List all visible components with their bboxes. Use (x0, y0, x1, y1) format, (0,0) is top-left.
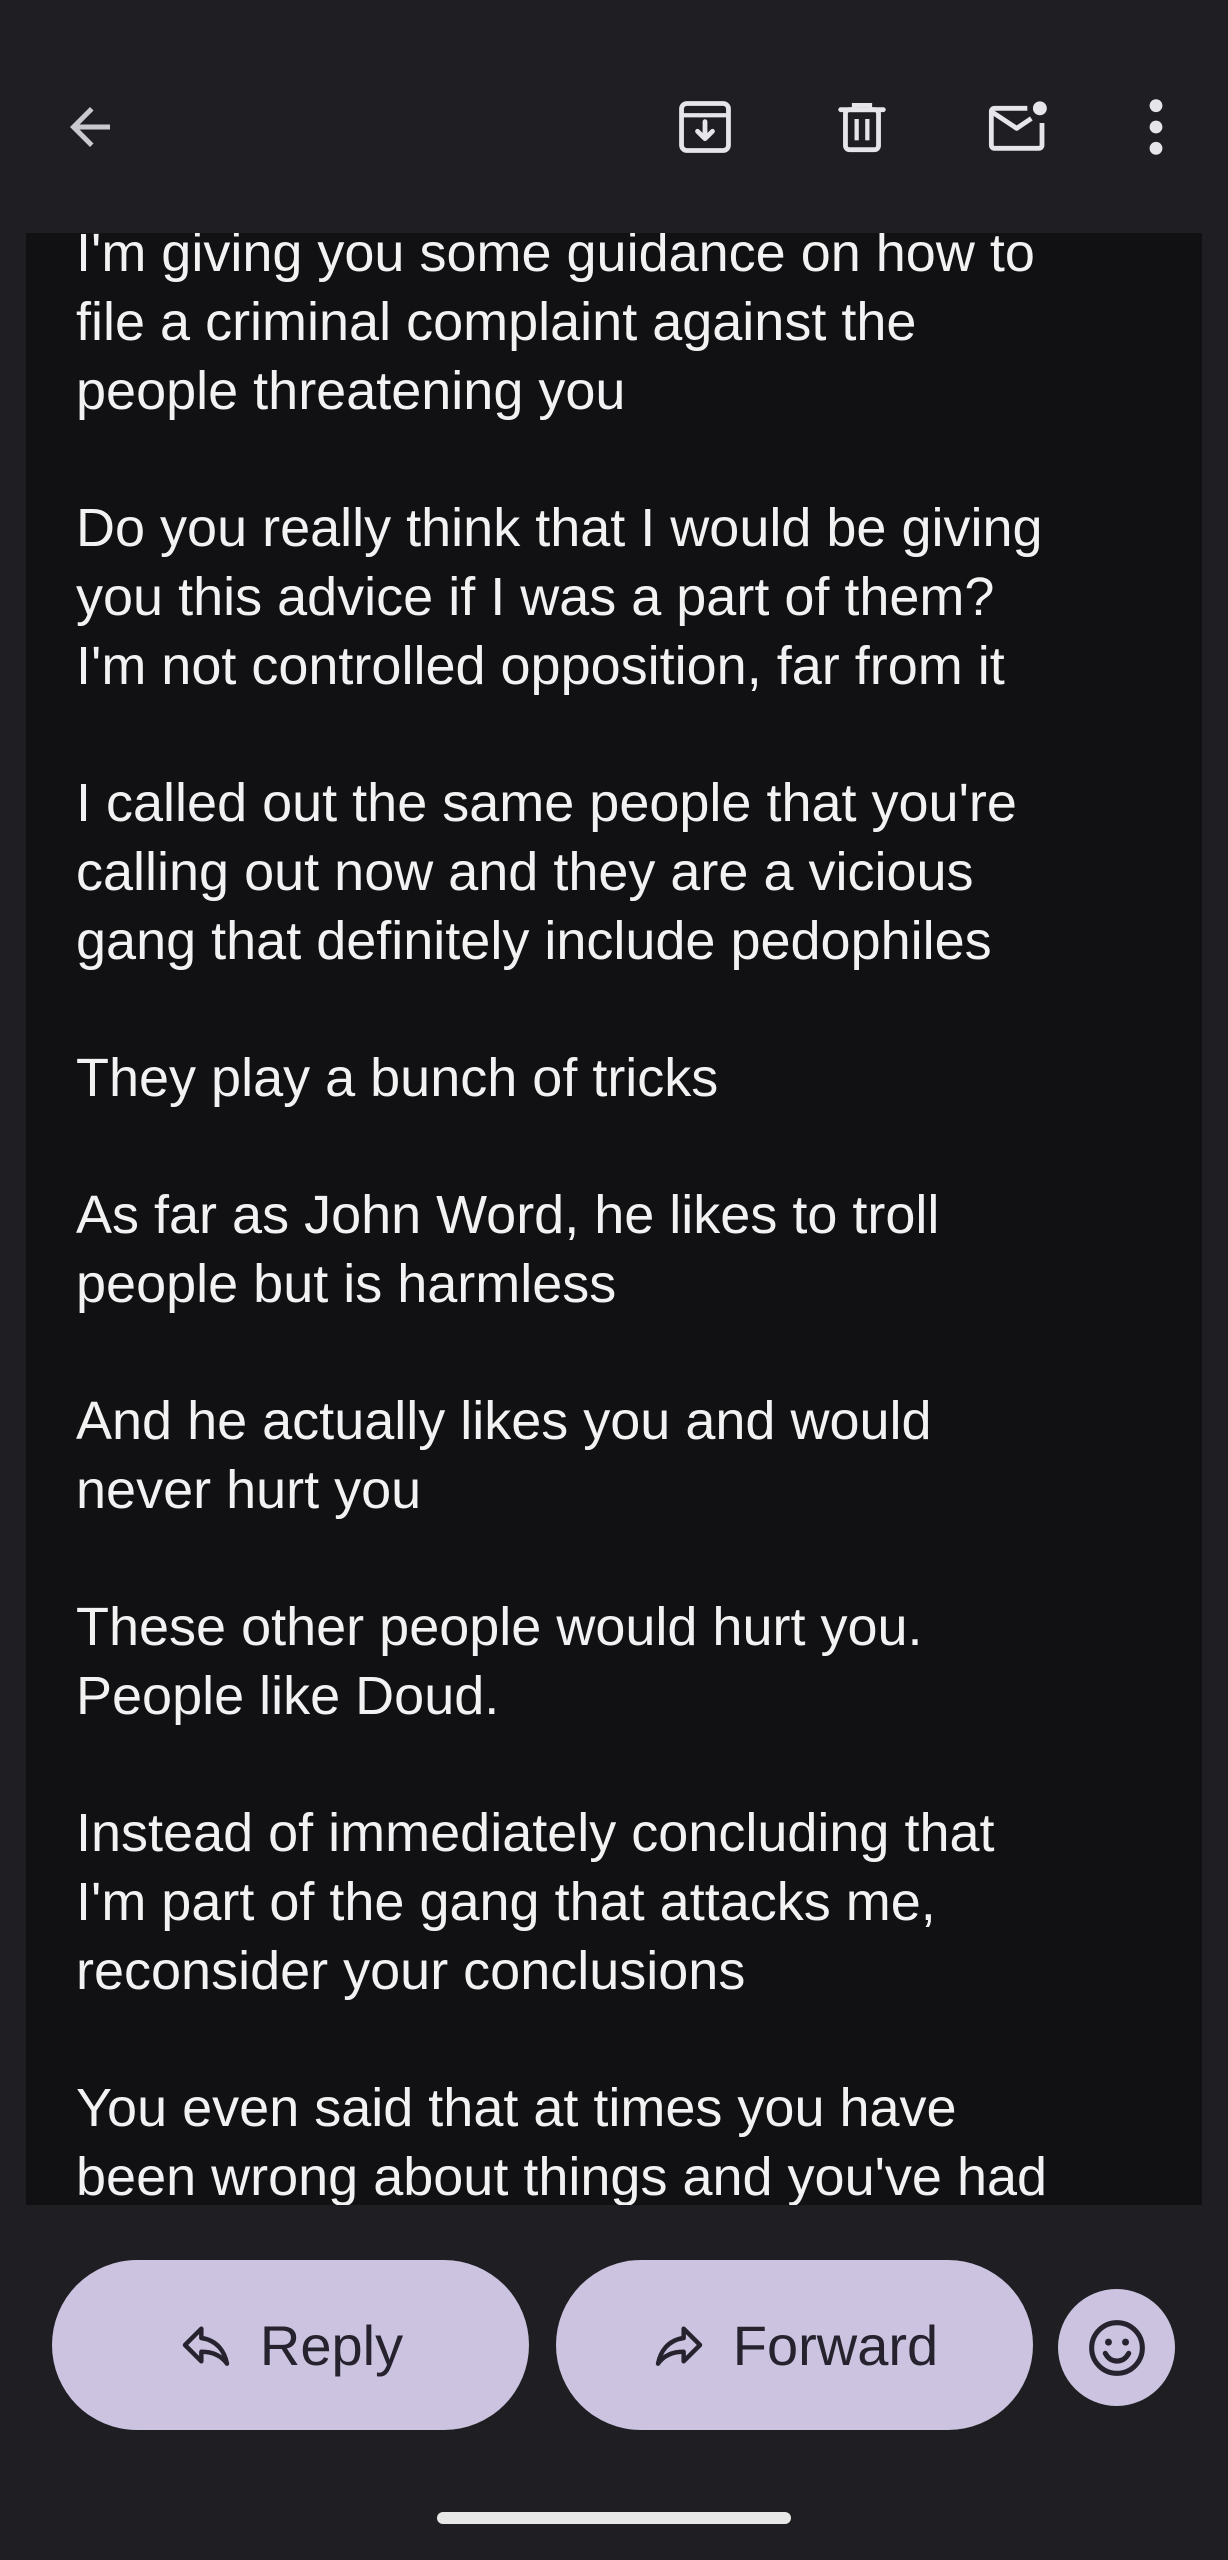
reply-label: Reply (259, 2313, 404, 2377)
top-app-bar (0, 0, 1228, 233)
email-view-screen: I'm giving you some guidance on how to f… (0, 0, 1228, 2560)
message-paragraph: Do you really think that I would be givi… (76, 498, 1043, 696)
emoji-reaction-button[interactable] (1058, 2289, 1175, 2406)
mail-unread-icon (988, 101, 1047, 151)
message-paragraph: As far as John Word, he likes to troll p… (76, 1185, 940, 1314)
delete-button[interactable] (812, 77, 912, 177)
message-paragraph: I called out the same people that you're… (76, 773, 1017, 971)
message-paragraph: And he actually likes you and would neve… (76, 1391, 932, 1520)
forward-icon (651, 2317, 707, 2373)
message-paragraph: I'm giving you some guidance on how to f… (76, 233, 1035, 421)
emoji-smile-icon (1088, 2319, 1145, 2376)
mark-unread-button[interactable] (968, 77, 1068, 177)
home-indicator[interactable] (437, 2512, 791, 2524)
message-paragraph: These other people would hurt you. Peopl… (76, 1597, 923, 1726)
more-options-button[interactable] (1106, 77, 1206, 177)
back-button[interactable] (40, 77, 140, 177)
trash-icon (838, 103, 886, 153)
forward-label: Forward (732, 2313, 939, 2377)
message-actions-bar: Reply Forward (0, 2205, 1228, 2560)
archive-icon (679, 101, 731, 153)
message-paragraph: They play a bunch of tricks (76, 1048, 719, 1108)
reply-icon (178, 2317, 234, 2373)
archive-button[interactable] (655, 77, 755, 177)
message-paragraph: You even said that at times you have bee… (76, 2078, 1048, 2205)
message-text: I'm giving you some guidance on how to f… (76, 233, 1186, 2205)
more-vert-icon (1149, 99, 1163, 155)
arrow-left-icon (70, 107, 110, 147)
reply-button[interactable]: Reply (52, 2260, 529, 2430)
message-paragraph: Instead of immediately concluding that I… (76, 1803, 995, 2001)
message-body: I'm giving you some guidance on how to f… (26, 233, 1202, 2205)
forward-button[interactable]: Forward (556, 2260, 1033, 2430)
